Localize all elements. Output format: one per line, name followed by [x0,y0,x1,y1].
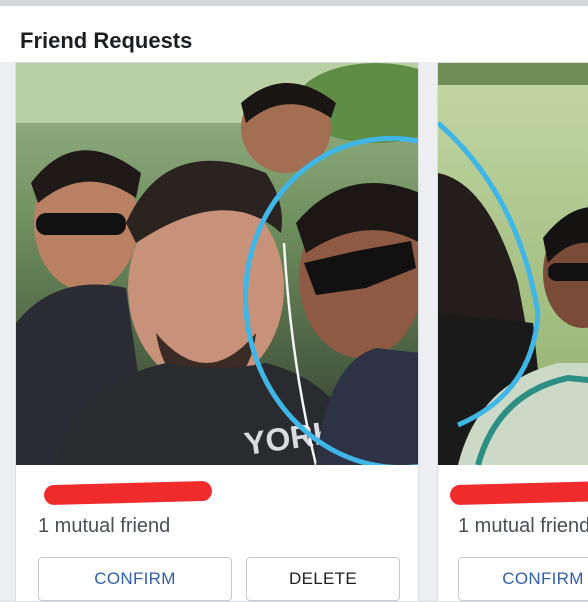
friend-requests-carousel[interactable]: YORK 1 mutual friend CONFIRM DELETE 1 mu… [0,62,588,602]
name-redaction-scribble [449,480,588,506]
profile-photo[interactable] [438,63,588,465]
name-redaction-scribble [43,480,213,506]
delete-button[interactable]: DELETE [246,557,400,601]
section-title: Friend Requests [20,28,193,53]
section-header: Friend Requests [0,6,588,62]
selfie-photo: YORK [16,63,418,465]
friend-request-card[interactable]: YORK 1 mutual friend CONFIRM DELETE [15,62,419,602]
confirm-button[interactable]: CONFIRM [38,557,232,601]
mutual-friends-count: 1 mutual friend [38,515,171,537]
mutual-friends-count: 1 mutual friend [458,515,588,537]
outdoor-photo [438,63,588,465]
profile-photo[interactable]: YORK [16,63,418,465]
friend-request-card[interactable]: 1 mutual friend CONFIRM [437,62,588,602]
confirm-button[interactable]: CONFIRM [458,557,588,601]
